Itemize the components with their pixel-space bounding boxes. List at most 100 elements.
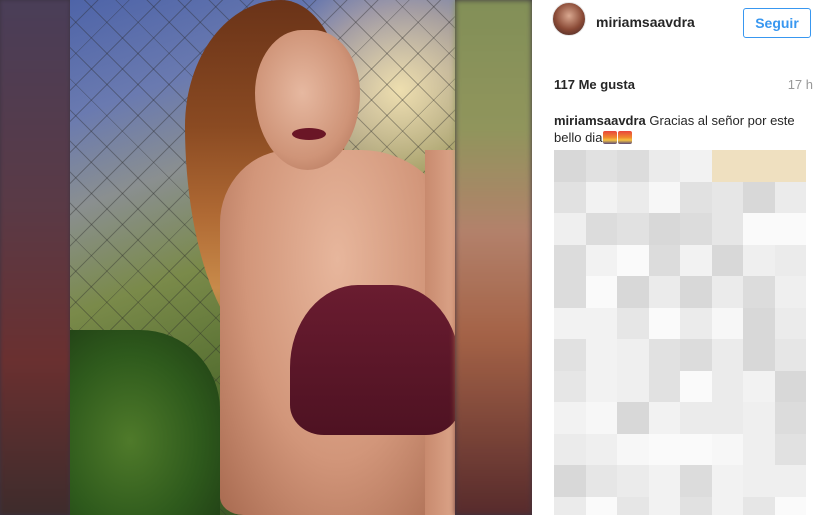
photo-blur-right [455, 0, 532, 515]
blur-block [774, 181, 806, 213]
blur-block [585, 402, 617, 434]
blur-block [617, 276, 649, 308]
blur-block [711, 402, 743, 434]
author-username[interactable]: miriamsaavdra [596, 14, 695, 30]
blur-block [585, 433, 617, 465]
blur-block [648, 402, 680, 434]
post-sidebar: miriamsaavdra Seguir 117 Me gusta 17 h m… [532, 0, 829, 515]
caption-username[interactable]: miriamsaavdra [554, 113, 646, 128]
blur-block [617, 213, 649, 245]
blur-block [585, 213, 617, 245]
blur-block [648, 276, 680, 308]
blur-block [617, 150, 649, 182]
blur-block [743, 307, 775, 339]
blur-block [680, 276, 712, 308]
blur-block [554, 370, 586, 402]
blur-block [554, 339, 586, 371]
blur-block [680, 433, 712, 465]
blur-block [617, 181, 649, 213]
blur-block [617, 402, 649, 434]
blur-block [774, 213, 806, 245]
blur-block [648, 496, 680, 515]
blur-block [554, 181, 586, 213]
blur-block [680, 150, 712, 182]
blur-block [554, 465, 586, 497]
blur-block [711, 339, 743, 371]
blur-block [711, 433, 743, 465]
likes-count[interactable]: 117 Me gusta [554, 77, 635, 92]
blur-block [774, 433, 806, 465]
blur-block [774, 276, 806, 308]
photo-blur-left [0, 0, 70, 515]
blur-block [743, 465, 775, 497]
blur-block [711, 150, 743, 182]
blur-block [554, 307, 586, 339]
blur-block [617, 307, 649, 339]
blur-block [680, 496, 712, 515]
blur-block [711, 496, 743, 515]
blur-block [743, 181, 775, 213]
post-photo-pane [0, 0, 532, 515]
blur-block [617, 433, 649, 465]
blur-block [711, 276, 743, 308]
blur-block [648, 244, 680, 276]
blur-block [711, 244, 743, 276]
blur-block [711, 181, 743, 213]
blur-block [585, 181, 617, 213]
blur-block [711, 213, 743, 245]
blur-block [711, 370, 743, 402]
sunset-emoji-icon [618, 131, 633, 144]
blur-block [774, 465, 806, 497]
blur-block [743, 244, 775, 276]
blur-block [680, 213, 712, 245]
post-photo[interactable] [70, 0, 455, 515]
blur-block [680, 465, 712, 497]
blur-block [743, 370, 775, 402]
blur-block [774, 496, 806, 515]
photo-lips [292, 128, 326, 140]
blur-block [585, 150, 617, 182]
blur-block [554, 496, 586, 515]
blur-block [680, 370, 712, 402]
blur-block [743, 339, 775, 371]
blur-block [743, 496, 775, 515]
blur-block [774, 339, 806, 371]
blur-block [554, 150, 586, 182]
blur-block [554, 276, 586, 308]
blur-block [774, 402, 806, 434]
post-header: miriamsaavdra Seguir [532, 0, 829, 46]
post-time[interactable]: 17 h [788, 77, 813, 92]
blur-block [585, 244, 617, 276]
blur-block [648, 213, 680, 245]
blur-block [617, 244, 649, 276]
blur-block [585, 370, 617, 402]
blur-block [585, 465, 617, 497]
blur-block [554, 402, 586, 434]
blur-block [648, 339, 680, 371]
blur-block [554, 213, 586, 245]
sunset-emoji-icon [603, 131, 618, 144]
author-avatar[interactable] [552, 2, 586, 36]
post-stats: 117 Me gusta 17 h [554, 77, 813, 95]
blur-block [774, 370, 806, 402]
blur-block [680, 181, 712, 213]
blur-block [743, 276, 775, 308]
blur-block [680, 339, 712, 371]
photo-leaves [70, 330, 220, 515]
blur-block [648, 181, 680, 213]
blur-block [743, 433, 775, 465]
blur-block [585, 276, 617, 308]
blur-block [554, 433, 586, 465]
blur-block [585, 496, 617, 515]
blur-block [774, 244, 806, 276]
blur-block [648, 465, 680, 497]
blur-block [711, 465, 743, 497]
blur-block [617, 465, 649, 497]
post-caption: miriamsaavdra Gracias al señor por este … [554, 112, 816, 146]
photo-garment [290, 285, 455, 435]
blur-block [617, 370, 649, 402]
blur-block [617, 496, 649, 515]
blur-block [585, 307, 617, 339]
blur-block [680, 244, 712, 276]
follow-button[interactable]: Seguir [743, 8, 811, 38]
